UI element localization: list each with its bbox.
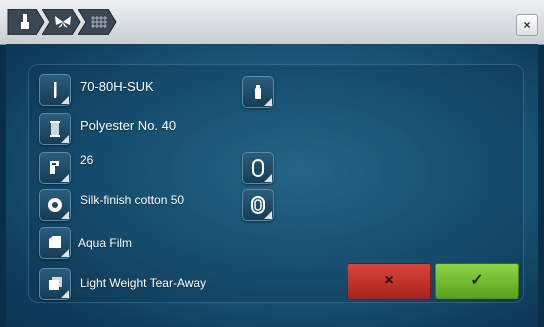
breadcrumb-item-needle[interactable] [6,9,46,35]
breadcrumb [6,9,134,35]
dropdown-corner-icon [61,211,69,219]
title-bar: × [0,0,544,45]
dropdown-corner-icon [61,290,69,298]
needle-label: 70-80H-SUK [80,79,154,94]
stabilizer-top-setting-button[interactable] [39,227,71,259]
butterfly-icon [53,13,73,31]
thread-info-button[interactable] [242,76,274,108]
needle-setting-button[interactable] [39,74,71,106]
thread-setting-button[interactable] [39,113,71,145]
cancel-button[interactable]: × [347,263,431,299]
dropdown-corner-icon [264,211,272,219]
dropdown-corner-icon [264,174,272,182]
settings-frame: 70-80H-SUK Polyester No. 40 26 Silk-fini… [28,64,524,303]
hoop-button[interactable] [242,152,274,184]
breadcrumb-item-grid[interactable] [78,9,118,35]
breadcrumb-item-embroidery[interactable] [42,9,82,35]
dropdown-corner-icon [264,98,272,106]
stabilizer-top-label: Aqua Film [78,236,133,250]
presser-foot-label: 26 [80,153,94,167]
stabilizer-bottom-label: Light Weight Tear-Away [80,276,207,290]
needle-icon [15,13,35,31]
settings-panel: 70-80H-SUK Polyester No. 40 26 Silk-fini… [6,44,538,327]
bobbin-setting-button[interactable] [39,189,71,221]
thread-label: Polyester No. 40 [80,118,177,133]
grid-icon [90,13,110,31]
ok-button[interactable]: ✓ [435,263,519,299]
bobbin-label: Silk-finish cotton 50 [80,193,185,207]
hoop-large-button[interactable] [242,189,274,221]
stabilizer-bottom-setting-button[interactable] [39,268,71,300]
dropdown-corner-icon [61,96,69,104]
dropdown-corner-icon [61,135,69,143]
dropdown-corner-icon [61,174,69,182]
dropdown-corner-icon [61,249,69,257]
close-button[interactable]: × [516,14,538,36]
presser-foot-setting-button[interactable] [39,152,71,184]
